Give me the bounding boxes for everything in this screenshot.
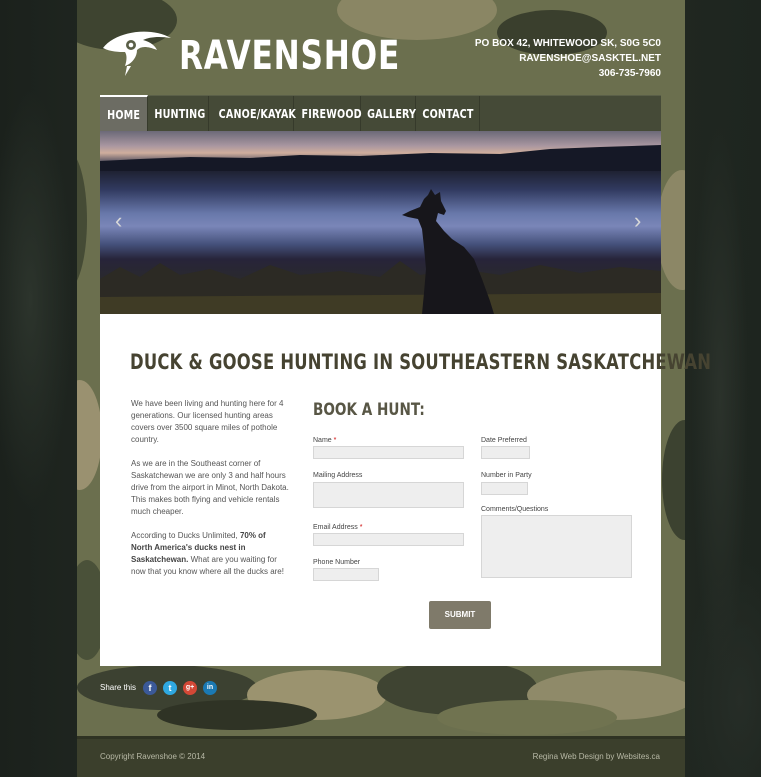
phone-label: Phone Number (313, 559, 361, 566)
nav-item-canoe-kayak[interactable]: CANOE/KAYAK (209, 96, 296, 132)
email-input[interactable] (313, 533, 464, 546)
nav-item-gallery[interactable]: GALLERY (361, 96, 416, 132)
mailing-address-label: Mailing Address (313, 472, 363, 479)
hero-treeline (100, 145, 661, 171)
brand-name[interactable]: RAVENSHOE (179, 34, 400, 78)
date-preferred-label: Date Preferred (481, 437, 527, 444)
intro-paragraph-1: We have been living and hunting here for… (131, 399, 284, 444)
dog-silhouette (402, 189, 494, 314)
twitter-icon[interactable]: t (163, 681, 177, 695)
mailing-address-textarea[interactable] (313, 482, 464, 508)
nav-item-contact[interactable]: CONTACT (416, 96, 480, 132)
page-title: DUCK & GOOSE HUNTING IN SOUTHEASTERN SAS… (130, 350, 712, 374)
hero-slider[interactable]: ‹ › (100, 131, 661, 314)
slider-prev-arrow[interactable]: ‹ (115, 210, 127, 232)
hero-grass (100, 261, 661, 314)
slider-next-arrow[interactable]: › (634, 210, 646, 232)
name-label: Name * (313, 437, 337, 444)
email-label: Email Address * (313, 524, 363, 531)
intro-paragraph-2: As we are in the Southeast corner of Sas… (131, 459, 289, 516)
nav-item-home[interactable]: HOME (100, 95, 148, 133)
comments-label: Comments/Questions (481, 506, 549, 513)
date-preferred-input[interactable] (481, 446, 530, 459)
main-nav: HOME HUNTING CANOE/KAYAK FIREWOOD GALLER… (100, 95, 661, 133)
copyright-text: Copyright Ravenshoe © 2014 (100, 752, 206, 761)
nav-item-firewood[interactable]: FIREWOOD (294, 96, 362, 132)
share-label: Share this (100, 683, 137, 692)
comments-textarea[interactable] (481, 515, 632, 578)
content-panel: DUCK & GOOSE HUNTING IN SOUTHEASTERN SAS… (100, 314, 711, 666)
linkedin-icon[interactable]: in (203, 681, 217, 695)
contact-info: PO BOX 42, WHITEWOOD SK, S0G 5C0 RAVENSH… (475, 36, 661, 81)
contact-address: PO BOX 42, WHITEWOOD SK, S0G 5C0 (474, 38, 661, 49)
name-input[interactable] (313, 446, 464, 459)
nav-item-hunting[interactable]: HUNTING (148, 96, 209, 132)
book-hunt-title: BOOK A HUNT: (313, 400, 425, 420)
intro-text: We have been living and hunting here for… (131, 398, 289, 590)
phone-input[interactable] (313, 568, 379, 581)
web-design-credit-link[interactable]: Regina Web Design by Websites.ca (533, 752, 660, 761)
facebook-icon[interactable]: f (143, 681, 157, 695)
google-plus-icon[interactable]: g+ (183, 681, 197, 695)
number-in-party-label: Number in Party (481, 472, 532, 479)
intro-paragraph-3: According to Ducks Unlimited, 70% of Nor… (131, 531, 284, 576)
contact-email[interactable]: RAVENSHOE@SASKTEL.NET (475, 51, 661, 66)
contact-phone[interactable]: 306-735-7960 (475, 66, 661, 81)
submit-button[interactable]: SUBMIT (429, 601, 491, 629)
number-in-party-input[interactable] (481, 482, 528, 495)
raven-eye-logo[interactable] (101, 28, 173, 76)
